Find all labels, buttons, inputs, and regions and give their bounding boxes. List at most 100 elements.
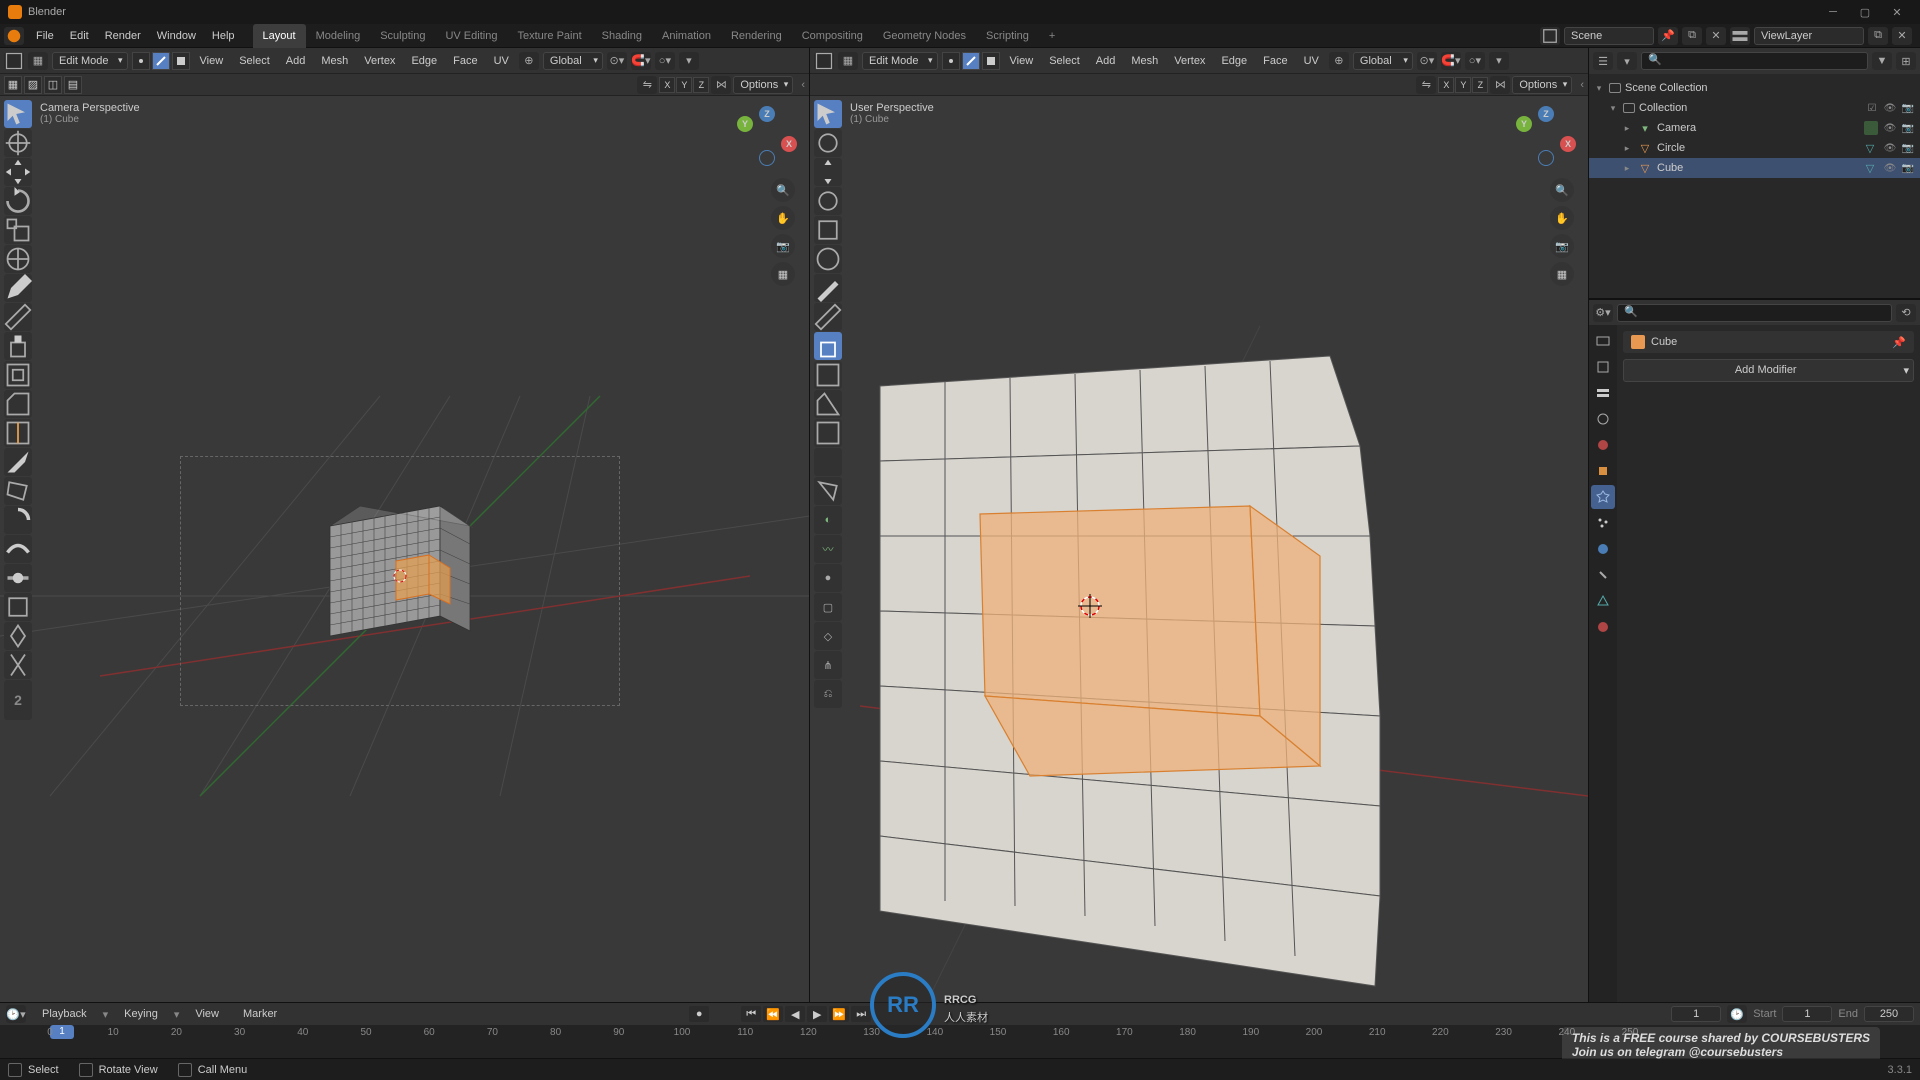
gizmo-x-r-icon[interactable]: X: [1560, 136, 1576, 152]
minimize-button[interactable]: ─: [1818, 2, 1848, 22]
tree-root[interactable]: ▾ Scene Collection: [1589, 78, 1920, 98]
vp-menu-uv[interactable]: UV: [488, 55, 515, 67]
editor-type-icon[interactable]: [4, 52, 24, 70]
vertex-select-button[interactable]: [132, 52, 150, 70]
outliner-filter-icon[interactable]: ▼: [1872, 52, 1892, 70]
tab-layout[interactable]: Layout: [253, 24, 306, 48]
gizmo-nz-icon[interactable]: [759, 150, 775, 166]
outliner-search-input[interactable]: 🔍: [1641, 52, 1868, 70]
render-icon[interactable]: 📷: [1900, 160, 1916, 176]
scene-icon[interactable]: [1540, 27, 1560, 45]
eye-icon[interactable]: 👁: [1882, 100, 1898, 116]
jump-start-button[interactable]: ⏮: [741, 1006, 761, 1022]
vp-r-menu-add[interactable]: Add: [1090, 55, 1122, 67]
spin-tool[interactable]: [4, 506, 32, 534]
mirror-icon[interactable]: ⇋: [637, 76, 657, 94]
camera-view-icon[interactable]: 📷: [771, 234, 795, 258]
rip-tool[interactable]: [4, 651, 32, 679]
tl-menu-marker[interactable]: Marker: [235, 1004, 285, 1024]
tree-toggle-icon[interactable]: ▸: [1621, 143, 1633, 154]
gizmo-z-icon[interactable]: Z: [759, 106, 775, 122]
blender-menu-icon[interactable]: [4, 27, 24, 45]
bevel-tool-r[interactable]: [814, 390, 842, 418]
vp-r-menu-view[interactable]: View: [1004, 55, 1040, 67]
mirror-z-button[interactable]: Z: [693, 77, 709, 93]
overlay-a-icon[interactable]: ▦: [4, 76, 22, 94]
collapse-arrow-icon[interactable]: ‹: [801, 79, 805, 91]
vp-r-menu-select[interactable]: Select: [1043, 55, 1086, 67]
tl-menu-playback[interactable]: Playback: [34, 1004, 95, 1024]
outliner-new-coll-icon[interactable]: ⊞: [1896, 52, 1916, 70]
extrude-tool-r[interactable]: [814, 332, 842, 360]
viewport-right-canvas[interactable]: [810, 96, 1588, 1002]
nav-gizmo-right[interactable]: Z Y X: [1516, 106, 1576, 166]
tree-toggle-icon[interactable]: ▾: [1607, 103, 1619, 114]
props-type-icon[interactable]: ⚙▾: [1593, 304, 1613, 322]
perspective-toggle-r-icon[interactable]: ▦: [1550, 262, 1574, 286]
scene-copy-icon[interactable]: ⧉: [1682, 27, 1702, 45]
rotate-tool-r[interactable]: [814, 187, 842, 215]
smooth-tool-r[interactable]: 〰: [814, 535, 842, 563]
scale-tool[interactable]: [4, 216, 32, 244]
options-dropdown-r[interactable]: Options: [1512, 76, 1572, 94]
vp-r-menu-vertex[interactable]: Vertex: [1168, 55, 1211, 67]
ptab-output[interactable]: [1591, 355, 1615, 379]
keyframe-next-button[interactable]: ⏩: [829, 1006, 849, 1022]
start-frame-field[interactable]: 1: [1782, 1006, 1832, 1022]
edge-select-button[interactable]: [152, 52, 170, 70]
autokey-button[interactable]: ●: [689, 1006, 709, 1022]
vp-menu-vertex[interactable]: Vertex: [358, 55, 401, 67]
vp-menu-mesh[interactable]: Mesh: [315, 55, 354, 67]
active-object-row[interactable]: Cube 📌: [1623, 331, 1914, 353]
end-frame-field[interactable]: 250: [1864, 1006, 1914, 1022]
vp-menu-edge[interactable]: Edge: [405, 55, 443, 67]
polybuild-tool[interactable]: [4, 477, 32, 505]
menu-help[interactable]: Help: [204, 24, 243, 48]
overlay-b-icon[interactable]: ▨: [24, 76, 42, 94]
header-more-r-icon[interactable]: ▾: [1489, 52, 1509, 70]
scale-tool-r[interactable]: [814, 216, 842, 244]
inset-tool[interactable]: [4, 361, 32, 389]
props-pin-icon[interactable]: ⟲: [1896, 304, 1916, 322]
gizmo-nz-r-icon[interactable]: [1538, 150, 1554, 166]
viewport-left[interactable]: ▦ Edit Mode View Select Add Mesh Vertex …: [0, 48, 810, 1002]
mirror-y-r-button[interactable]: Y: [1455, 77, 1471, 93]
rip-tool-r[interactable]: ⋔: [814, 651, 842, 679]
menu-file[interactable]: File: [28, 24, 62, 48]
bevel-tool[interactable]: [4, 390, 32, 418]
collapse-arrow-r-icon[interactable]: ‹: [1580, 79, 1584, 91]
transform-tool[interactable]: [4, 245, 32, 273]
viewport-right[interactable]: ▦ Edit Mode View Select Add Mesh Vertex …: [810, 48, 1588, 1002]
tree-row-camera[interactable]: ▸ ▾ Camera 👁📷: [1589, 118, 1920, 138]
vp-menu-add[interactable]: Add: [280, 55, 312, 67]
ptab-render[interactable]: [1591, 329, 1615, 353]
mirror-x-button[interactable]: X: [659, 77, 675, 93]
outliner-display-icon[interactable]: ▾: [1617, 52, 1637, 70]
inset-tool-r[interactable]: [814, 361, 842, 389]
play-reverse-button[interactable]: ◀: [785, 1006, 805, 1022]
tab-shading[interactable]: Shading: [592, 24, 652, 48]
ptab-scene[interactable]: [1591, 407, 1615, 431]
header-more-icon[interactable]: ▾: [679, 52, 699, 70]
ptab-object[interactable]: [1591, 459, 1615, 483]
outliner-tree[interactable]: ▾ Scene Collection ▾ Collection ☑👁📷 ▸ ▾ …: [1589, 74, 1920, 299]
options-dropdown[interactable]: Options: [733, 76, 793, 94]
snap-r-icon[interactable]: 🧲▾: [1441, 52, 1461, 70]
play-button[interactable]: ▶: [807, 1006, 827, 1022]
vp-r-menu-face[interactable]: Face: [1257, 55, 1293, 67]
render-icon[interactable]: 📷: [1900, 120, 1916, 136]
cursor-tool[interactable]: [4, 129, 32, 157]
edge-slide-tool[interactable]: [4, 564, 32, 592]
tab-animation[interactable]: Animation: [652, 24, 721, 48]
tab-scripting[interactable]: Scripting: [976, 24, 1039, 48]
ptab-physics[interactable]: [1591, 537, 1615, 561]
vp-menu-face[interactable]: Face: [447, 55, 483, 67]
shrink-tool-r[interactable]: ▢: [814, 593, 842, 621]
mirror-r-icon[interactable]: ⇋: [1416, 76, 1436, 94]
render-icon[interactable]: 📷: [1900, 140, 1916, 156]
face-select-r-button[interactable]: [982, 52, 1000, 70]
edge-slide-tool-r[interactable]: ●: [814, 564, 842, 592]
orientation-dropdown-r[interactable]: Global: [1353, 52, 1413, 70]
viewlayer-icon[interactable]: [1730, 27, 1750, 45]
face-select-button[interactable]: [172, 52, 190, 70]
